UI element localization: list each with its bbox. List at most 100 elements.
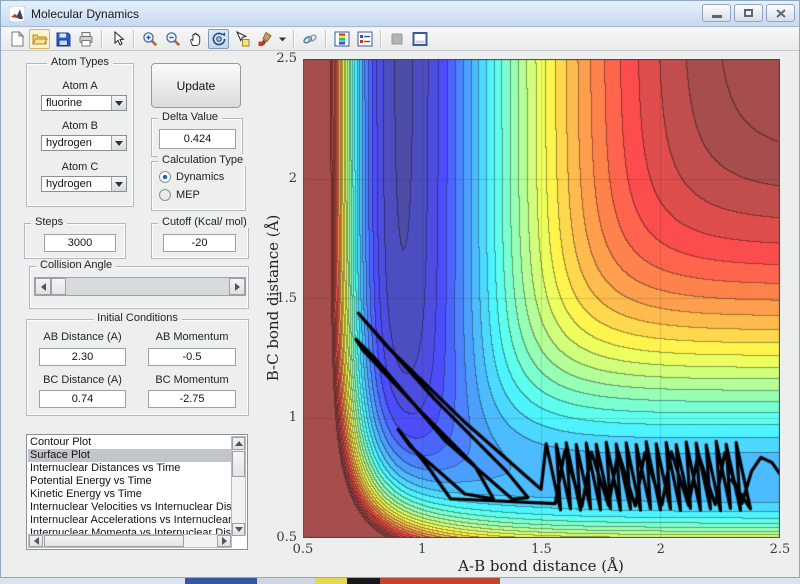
list-item[interactable]: Kinetic Energy vs Time: [28, 488, 232, 501]
list-item[interactable]: Surface Plot: [28, 449, 232, 462]
minimize-button[interactable]: [702, 4, 731, 22]
dropdown-arrow-icon[interactable]: [277, 29, 288, 49]
scroll-right-arrow[interactable]: [217, 535, 231, 547]
atom-types-title: Atom Types: [47, 56, 113, 68]
bc-distance-field[interactable]: 0.74: [39, 390, 126, 408]
atom-b-value: hydrogen: [46, 137, 92, 149]
link-plots-icon[interactable]: [299, 29, 320, 49]
pointer-arrow-icon[interactable]: [107, 29, 128, 49]
zoom-out-icon[interactable]: [162, 29, 183, 49]
pes-contour-canvas[interactable]: [303, 59, 780, 538]
ab-distance-field[interactable]: 2.30: [39, 348, 126, 366]
list-item[interactable]: Internuclear Velocities vs Internuclear …: [28, 501, 232, 514]
toolbar-separator: [101, 30, 102, 48]
restore-icon: [744, 9, 753, 17]
y-tick-label: 0.5: [276, 530, 297, 545]
data-cursor-icon[interactable]: [231, 29, 252, 49]
print-icon[interactable]: [75, 29, 96, 49]
scroll-down-arrow[interactable]: [232, 523, 245, 536]
update-button[interactable]: Update: [151, 63, 241, 108]
collision-angle-title: Collision Angle: [36, 259, 117, 271]
atom-b-select[interactable]: hydrogen: [41, 135, 127, 151]
initial-conditions-title: Initial Conditions: [93, 312, 182, 324]
ab-momentum-field[interactable]: -0.5: [148, 348, 236, 366]
ab-momentum-label: AB Momentum: [155, 331, 229, 343]
background-peek-segment: [0, 578, 185, 584]
x-tick-label: 1: [418, 542, 427, 557]
hscroll-thumb[interactable]: [44, 535, 184, 547]
slider-left-arrow[interactable]: [35, 278, 51, 295]
collision-angle-slider[interactable]: [34, 277, 246, 296]
horizontal-scrollbar[interactable]: [28, 534, 232, 548]
y-tick-label: 2.5: [276, 51, 297, 66]
atom-a-dropdown-icon[interactable]: [111, 96, 126, 110]
list-item[interactable]: Internuclear Distances vs Time: [28, 462, 232, 475]
restore-button[interactable]: [734, 4, 763, 22]
scroll-left-arrow[interactable]: [29, 535, 43, 547]
toolbar-separator: [293, 30, 294, 48]
slider-right-arrow[interactable]: [229, 278, 245, 295]
background-peek-segment: [315, 578, 347, 584]
brush-icon[interactable]: [254, 29, 275, 49]
steps-title: Steps: [31, 216, 68, 228]
atom-a-value: fluorine: [46, 97, 83, 109]
x-tick-label: 2: [656, 542, 665, 557]
bc-distance-label: BC Distance (A): [43, 374, 122, 386]
y-tick-label: 1: [288, 410, 297, 426]
title-bar[interactable]: Molecular Dynamics: [1, 1, 799, 27]
atom-b-label: Atom B: [61, 120, 99, 132]
atom-c-dropdown-icon[interactable]: [111, 177, 126, 191]
toolbar-separator: [325, 30, 326, 48]
new-document-icon[interactable]: [6, 29, 27, 49]
insert-legend-icon[interactable]: [354, 29, 375, 49]
atom-b-dropdown-icon[interactable]: [111, 136, 126, 150]
list-item[interactable]: Potential Energy vs Time: [28, 475, 232, 488]
atom-c-select[interactable]: hydrogen: [41, 176, 127, 192]
calculation-type-group: Calculation Type: [151, 154, 248, 211]
bc-momentum-field[interactable]: -2.75: [148, 390, 236, 408]
background-window-peek: [0, 578, 800, 584]
vertical-scrollbar[interactable]: [231, 436, 246, 536]
bc-momentum-label: BC Momentum: [155, 374, 229, 386]
atom-a-label: Atom A: [62, 80, 98, 92]
cutoff-field[interactable]: -20: [163, 234, 236, 252]
rotate-3d-icon[interactable]: [208, 29, 229, 49]
close-button[interactable]: [766, 4, 795, 22]
x-axis-label: A-B bond distance (Å): [458, 557, 624, 575]
hide-plot-tools-icon[interactable]: [386, 29, 407, 49]
atom-c-label: Atom C: [61, 161, 99, 173]
delta-value-title: Delta Value: [158, 111, 223, 123]
zoom-in-icon[interactable]: [139, 29, 160, 49]
dynamics-radio-icon[interactable]: [159, 171, 171, 183]
slider-thumb[interactable]: [51, 278, 66, 295]
insert-colorbar-icon[interactable]: [331, 29, 352, 49]
open-folder-icon[interactable]: [29, 29, 50, 49]
y-axis-label: B-C bond distance (Å): [264, 214, 282, 382]
pan-hand-icon[interactable]: [185, 29, 206, 49]
background-peek-segment: [185, 578, 257, 584]
vscroll-thumb[interactable]: [232, 451, 245, 477]
app-window: Molecular Dynamics Atom Types Atom A flu…: [0, 0, 800, 578]
steps-field[interactable]: 3000: [44, 234, 116, 252]
background-peek-segment: [257, 578, 315, 584]
screen: Molecular Dynamics Atom Types Atom A flu…: [0, 0, 800, 584]
dynamics-radio-row[interactable]: Dynamics: [159, 171, 224, 183]
scroll-up-arrow[interactable]: [232, 437, 245, 450]
x-tick-label: 1.5: [531, 542, 552, 557]
save-icon[interactable]: [52, 29, 73, 49]
ab-distance-label: AB Distance (A): [43, 331, 122, 343]
plot-type-listbox[interactable]: Contour Plot Surface Plot Internuclear Dis…: [26, 434, 248, 550]
close-icon: [775, 8, 786, 18]
dock-figure-icon[interactable]: [409, 29, 430, 49]
mep-radio-icon[interactable]: [159, 189, 171, 201]
list-item[interactable]: Contour Plot: [28, 436, 232, 449]
list-item[interactable]: Internuclear Accelerations vs Internucle…: [28, 514, 232, 527]
dynamics-radio-label: Dynamics: [176, 171, 225, 183]
atom-c-value: hydrogen: [46, 178, 92, 190]
delta-value-field[interactable]: 0.424: [159, 129, 236, 149]
calculation-type-title: Calculation Type: [158, 154, 248, 166]
plot-type-list-items: Contour Plot Surface Plot Internuclear Dis…: [28, 436, 232, 535]
mep-radio-row[interactable]: MEP: [159, 189, 200, 201]
mep-radio-label: MEP: [176, 189, 200, 201]
atom-a-select[interactable]: fluorine: [41, 95, 127, 111]
